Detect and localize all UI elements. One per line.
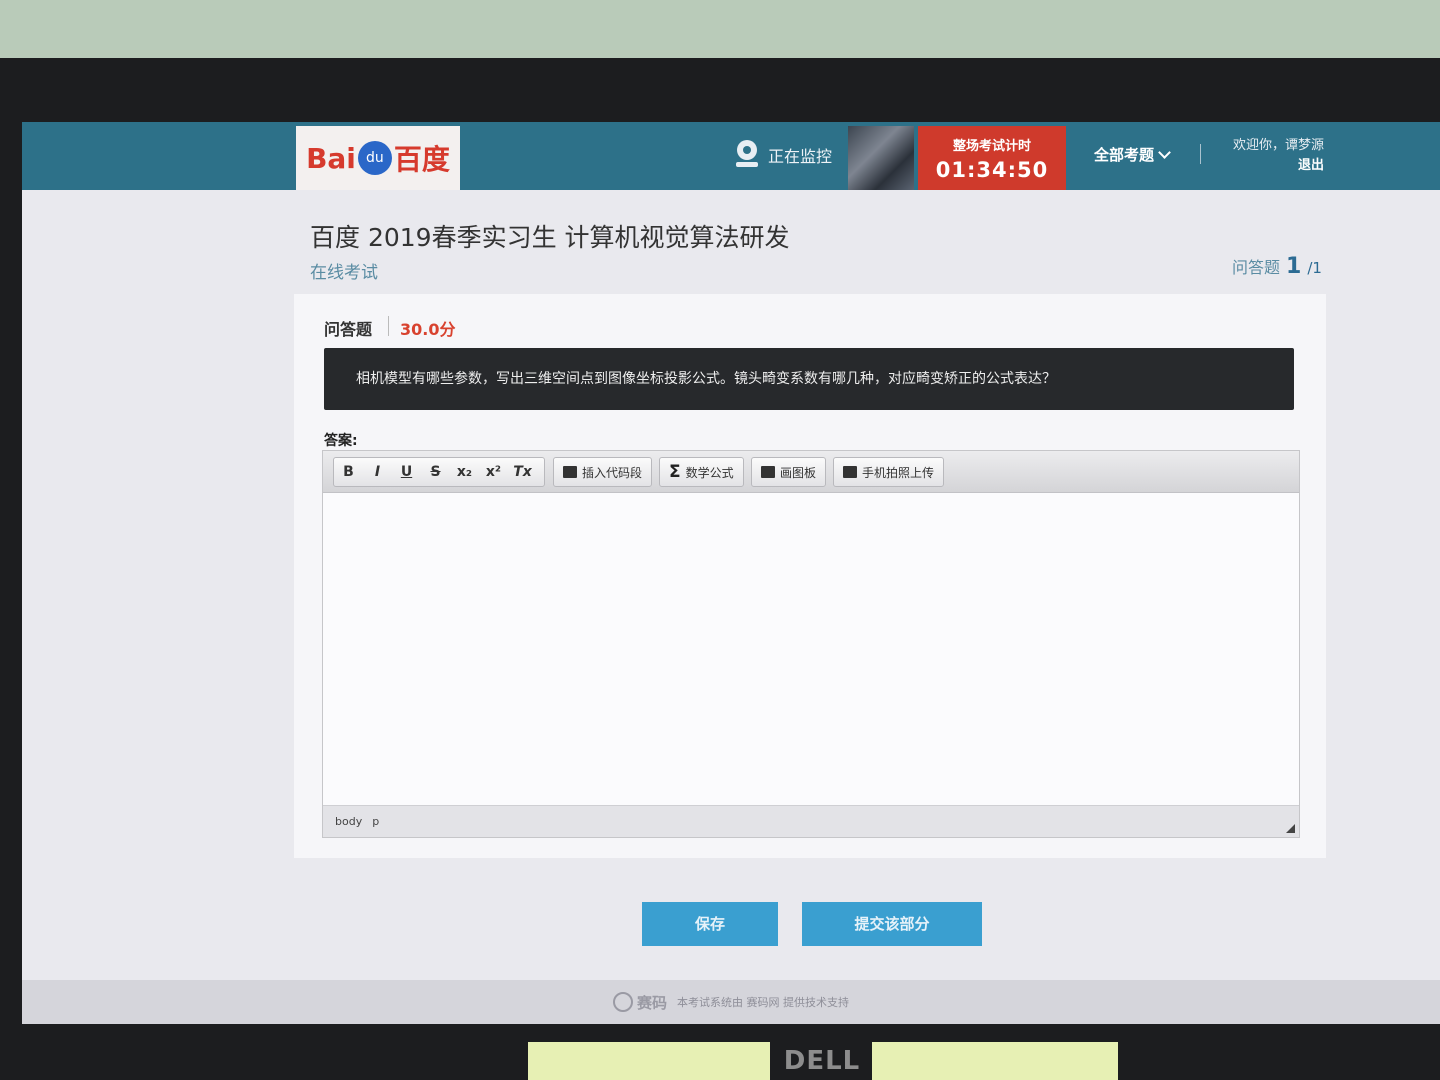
format-button-group: B I U S x₂ x² Tx — [333, 457, 545, 487]
footer: 赛码 本考试系统由 赛码网 提供技术支持 — [22, 980, 1440, 1024]
resize-handle[interactable] — [1286, 824, 1295, 833]
question-text: 相机模型有哪些参数，写出三维空间点到图像坐标投影公式。镜头畸变系数有哪几种，对应… — [324, 348, 1294, 410]
phone-upload-button[interactable]: 手机拍照上传 — [833, 457, 945, 487]
camera-icon — [843, 466, 857, 478]
underline-button[interactable]: U — [392, 464, 421, 480]
all-questions-label: 全部考题 — [1094, 146, 1155, 164]
question-counter: 问答题 1 /1 — [1232, 254, 1322, 279]
page-subtitle: 在线考试 — [310, 263, 378, 283]
math-formula-label: 数学公式 — [685, 465, 734, 480]
code-icon — [563, 466, 577, 478]
user-area: 欢迎你，谭梦源 退出 — [1212, 136, 1324, 176]
submit-section-button[interactable]: 提交该部分 — [802, 902, 982, 946]
logo-text-right: 百度 — [393, 143, 450, 176]
sigma-icon: Σ — [669, 462, 681, 482]
save-button[interactable]: 保存 — [642, 902, 778, 946]
logout-link[interactable]: 退出 — [1212, 156, 1324, 176]
drawing-board-label: 画图板 — [780, 465, 817, 480]
saima-logo-icon — [612, 992, 633, 1012]
image-icon — [761, 466, 775, 478]
question-counter-total: /1 — [1307, 259, 1322, 277]
webcam-preview — [848, 126, 914, 190]
saima-logo: 赛码 — [612, 992, 667, 1013]
editor-statusbar: body p — [323, 805, 1299, 837]
chevron-down-icon — [1158, 146, 1171, 159]
strikethrough-button[interactable]: S — [421, 464, 450, 480]
editor-toolbar: B I U S x₂ x² Tx 插入代码段 Σ 数学公式 画图板 手机拍照上传 — [323, 451, 1299, 493]
exam-timer: 整场考试计时 01:34:50 — [918, 126, 1066, 190]
insert-code-label: 插入代码段 — [582, 465, 643, 480]
drawing-board-button[interactable]: 画图板 — [751, 457, 827, 487]
question-type: 问答题 — [324, 320, 373, 339]
footer-text: 本考试系统由 赛码网 提供技术支持 — [677, 996, 849, 1009]
question-type-divider — [388, 316, 389, 336]
insert-code-button[interactable]: 插入代码段 — [553, 457, 653, 487]
header-bar: Bai du 百度 正在监控 整场考试计时 01:34:50 全部考题 欢迎你，… — [22, 122, 1440, 190]
timer-label: 整场考试计时 — [952, 139, 1031, 154]
header-divider — [1200, 144, 1201, 164]
status-path-body[interactable]: body — [335, 815, 362, 828]
phone-upload-label: 手机拍照上传 — [862, 465, 935, 480]
italic-button[interactable]: I — [363, 464, 392, 480]
dell-logo: DELL — [783, 1046, 861, 1076]
math-formula-button[interactable]: Σ 数学公式 — [659, 457, 744, 487]
question-counter-label: 问答题 — [1232, 258, 1281, 277]
subscript-button[interactable]: x₂ — [450, 464, 479, 480]
wall-background — [528, 1042, 770, 1080]
bold-button[interactable]: B — [334, 464, 363, 480]
timer-value: 01:34:50 — [935, 158, 1049, 182]
answer-editor: B I U S x₂ x² Tx 插入代码段 Σ 数学公式 画图板 手机拍照上传… — [322, 450, 1300, 838]
screen: Bai du 百度 正在监控 整场考试计时 01:34:50 全部考题 欢迎你，… — [22, 122, 1440, 1024]
page-title: 百度 2019春季实习生 计算机视觉算法研发 — [310, 223, 790, 252]
superscript-button[interactable]: x² — [479, 464, 508, 480]
welcome-text: 欢迎你，谭梦源 — [1232, 138, 1324, 153]
remove-format-button[interactable]: Tx — [508, 464, 537, 480]
answer-input[interactable] — [323, 493, 1299, 807]
logo-text-left: Bai — [306, 141, 356, 175]
webcam-icon — [734, 140, 760, 170]
question-card: 问答题 30.0分 相机模型有哪些参数，写出三维空间点到图像坐标投影公式。镜头畸… — [294, 294, 1326, 858]
answer-label: 答案: — [324, 433, 358, 449]
baidu-logo: Bai du 百度 — [296, 126, 460, 190]
logo-paw-icon: du — [357, 141, 392, 175]
footer-brand: 赛码 — [636, 993, 667, 1012]
monitoring-label: 正在监控 — [768, 147, 833, 166]
status-path-p[interactable]: p — [372, 815, 379, 828]
wall-background-right — [872, 1042, 1118, 1080]
all-questions-dropdown[interactable]: 全部考题 — [1094, 144, 1171, 165]
monitoring-status: 正在监控 — [734, 138, 832, 172]
question-score: 30.0分 — [400, 320, 456, 339]
question-counter-current: 1 — [1286, 254, 1302, 279]
